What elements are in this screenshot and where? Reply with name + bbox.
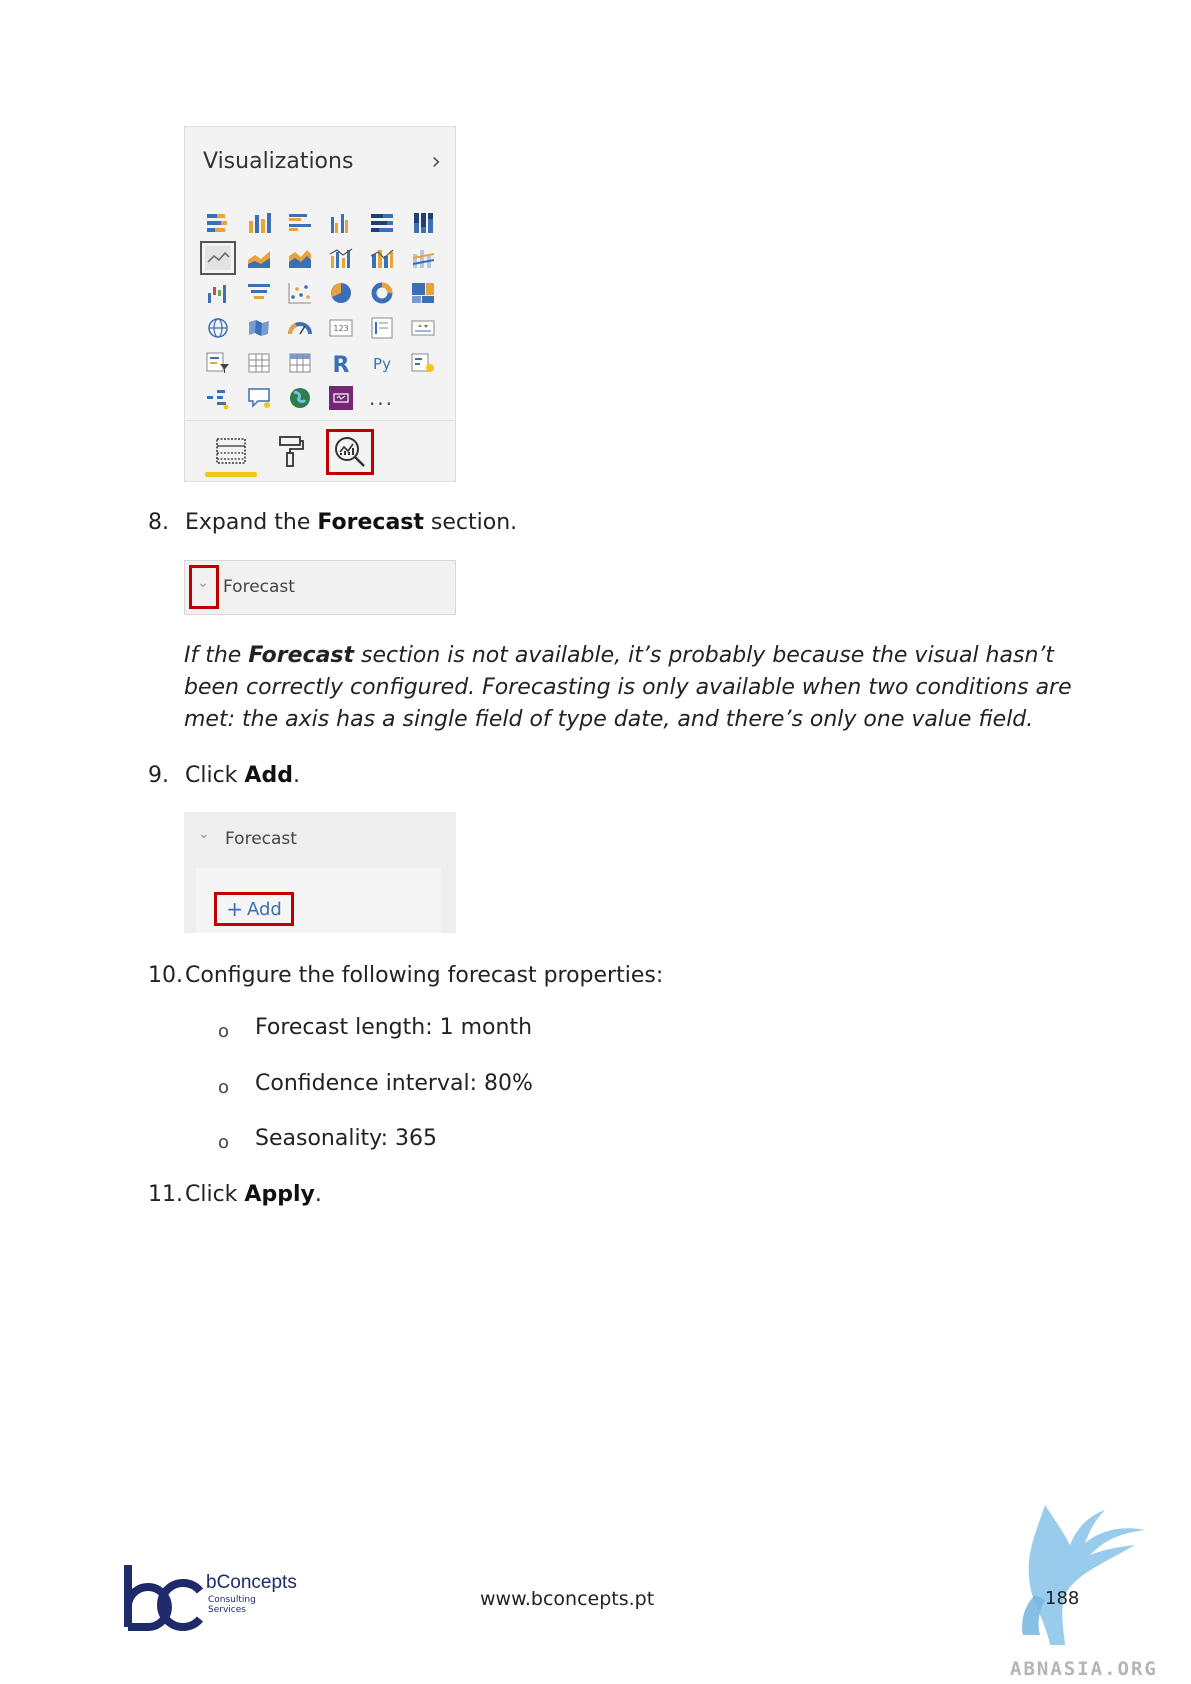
format-tab-icon[interactable] [265, 427, 317, 475]
bullet-forecast-length: Forecast length: 1 month [255, 1015, 533, 1040]
decomposition-tree-icon[interactable] [197, 380, 238, 415]
matrix-icon[interactable] [279, 345, 320, 380]
bullet-confidence-interval: Confidence interval: 80% [255, 1071, 533, 1096]
svg-text:Py: Py [373, 355, 391, 373]
visualizations-title: Visualizations [203, 149, 354, 174]
100-stacked-bar-chart-icon[interactable] [361, 205, 402, 240]
forecast-section-expanded: ⌄ Forecast + Add [184, 812, 456, 933]
footer-website-link[interactable]: www.bconcepts.pt [480, 1588, 654, 1610]
watermark-text: ABNASIA.ORG [1010, 1658, 1158, 1680]
stacked-area-chart-icon[interactable] [279, 240, 320, 275]
donut-chart-icon[interactable] [361, 275, 402, 310]
bconcepts-logo-icon [124, 1565, 204, 1631]
qa-visual-icon[interactable] [238, 380, 279, 415]
python-visual-icon[interactable]: Py [361, 345, 402, 380]
arcgis-map-icon[interactable] [279, 380, 320, 415]
gauge-icon[interactable] [279, 310, 320, 345]
forecast-section-label: Forecast [223, 577, 295, 597]
ribbon-chart-icon[interactable] [402, 240, 443, 275]
power-apps-icon[interactable] [320, 380, 361, 415]
table-icon[interactable] [238, 345, 279, 380]
add-forecast-button[interactable]: + Add [214, 892, 294, 926]
more-visuals-icon[interactable]: ... [361, 380, 402, 415]
bullet-seasonality: Seasonality: 365 [255, 1126, 437, 1151]
clustered-column-chart-icon[interactable] [320, 205, 361, 240]
step-8: 8. Expand the Forecast section. [148, 510, 518, 535]
key-influencers-icon[interactable] [402, 345, 443, 380]
line-clustered-column-chart-icon[interactable] [320, 240, 361, 275]
bullet-marker: o [218, 1132, 230, 1153]
slicer-icon[interactable] [197, 345, 238, 380]
pie-chart-icon[interactable] [320, 275, 361, 310]
analytics-tab-icon[interactable] [326, 429, 374, 475]
availability-note: If the Forecast section is not available… [184, 643, 1072, 732]
page-number: 188 [1045, 1588, 1080, 1609]
brand-subtitle: Consulting [208, 1595, 256, 1605]
map-icon[interactable] [197, 310, 238, 345]
plus-icon: + [226, 897, 243, 921]
fields-tab-icon[interactable] [205, 427, 257, 477]
bullet-marker: o [218, 1077, 230, 1098]
waterfall-chart-icon[interactable] [197, 275, 238, 310]
scatter-chart-icon[interactable] [279, 275, 320, 310]
funnel-chart-icon[interactable] [238, 275, 279, 310]
line-chart-icon[interactable] [197, 240, 238, 275]
kpi-icon[interactable] [402, 310, 443, 345]
pane-tabs-divider [185, 420, 455, 421]
100-stacked-column-chart-icon[interactable] [402, 205, 443, 240]
visualizations-pane: Visualizations › 123 R Py ... [184, 126, 456, 482]
bullet-marker: o [218, 1021, 230, 1042]
svg-text:123: 123 [333, 324, 348, 333]
stacked-column-chart-icon[interactable] [238, 205, 279, 240]
forecast-section-collapsed[interactable]: ⌄ Forecast [184, 560, 456, 615]
collapse-chevron-icon[interactable]: › [431, 149, 441, 173]
r-script-visual-icon[interactable]: R [320, 345, 361, 380]
brand-name: bConcepts [206, 1572, 297, 1593]
visual-gallery: 123 R Py ... [197, 205, 443, 415]
treemap-icon[interactable] [402, 275, 443, 310]
step-10: 10.Configure the following forecast prop… [148, 963, 664, 988]
chevron-down-icon[interactable]: ⌄ [198, 826, 210, 842]
area-chart-icon[interactable] [238, 240, 279, 275]
forecast-section-label: Forecast [225, 829, 297, 849]
stacked-bar-chart-icon[interactable] [197, 205, 238, 240]
griffin-watermark-icon [1022, 1505, 1145, 1645]
svg-text:R: R [332, 353, 349, 375]
expand-highlight-box [189, 565, 219, 609]
filled-map-icon[interactable] [238, 310, 279, 345]
multi-row-card-icon[interactable] [361, 310, 402, 345]
step-9: 9. Click Add. [148, 763, 300, 788]
step-11: 11.Click Apply. [148, 1182, 322, 1207]
brand-subtitle: Services [208, 1605, 246, 1615]
card-icon[interactable]: 123 [320, 310, 361, 345]
clustered-bar-chart-icon[interactable] [279, 205, 320, 240]
line-stacked-column-chart-icon[interactable] [361, 240, 402, 275]
